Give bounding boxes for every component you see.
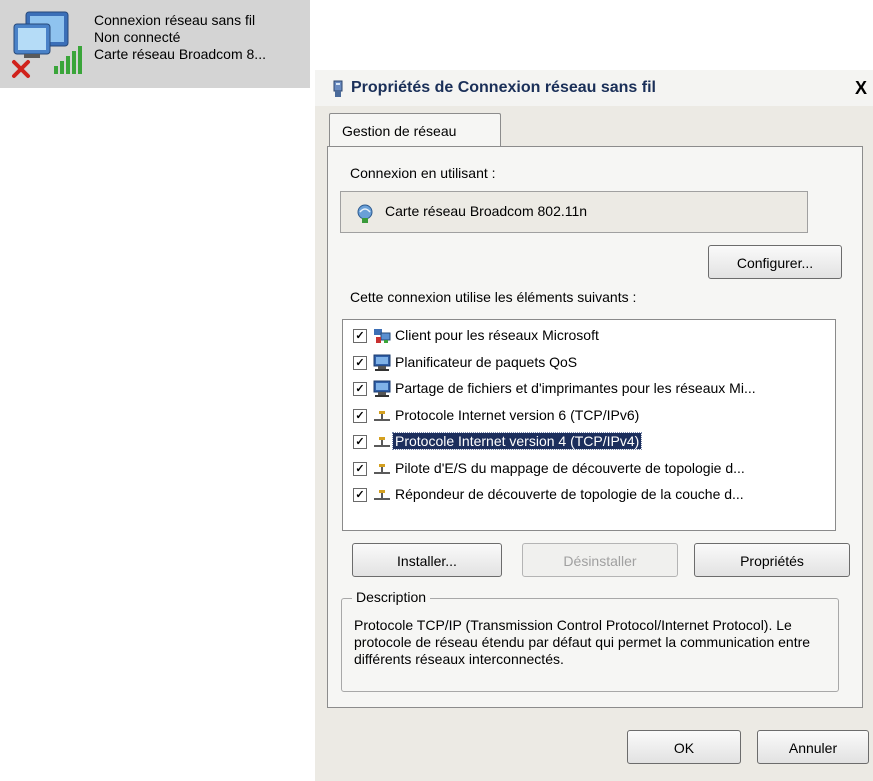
configure-button[interactable]: Configurer... [708,245,842,279]
list-item[interactable]: ✓ Protocole Internet version 4 (TCP/IPv4) [343,430,833,455]
item-label: Pilote d'E/S du mappage de découverte de… [395,459,745,476]
close-button[interactable]: X [851,76,871,100]
item-checkbox[interactable]: ✓ [353,408,367,423]
item-checkbox[interactable]: ✓ [353,461,367,476]
uninstall-button[interactable]: Désinstaller [522,543,678,577]
item-label: Répondeur de découverte de topologie de … [395,486,744,502]
list-item[interactable]: ✓ Pilote d'E/S du mappage de découverte d… [343,457,833,482]
install-button[interactable]: Installer... [352,543,502,577]
connection-adapter: Carte réseau Broadcom 8... [94,46,266,62]
description-title: Description [352,589,431,605]
tab-networking[interactable]: Gestion de réseau [329,113,501,148]
item-checkbox[interactable]: ✓ [353,355,367,370]
ok-button[interactable]: OK [627,730,741,764]
dialog-title: Propriétés de Connexion réseau sans fil [351,79,656,96]
properties-button[interactable]: Propriétés [694,543,850,577]
item-label: Protocole Internet version 4 (TCP/IPv4) [391,432,643,450]
item-label: Partage de fichiers et d'imprimantes pou… [395,380,756,396]
connection-status: Non connecté [94,29,181,45]
adapter-box: Carte réseau Broadcom 802.11n [340,191,808,233]
list-item[interactable]: ✓ Répondeur de découverte de topologie de… [343,483,833,508]
item-checkbox[interactable]: ✓ [353,382,367,396]
service-icon [373,380,391,398]
item-label: Protocole Internet version 6 (TCP/IPv6) [395,406,640,423]
protocol-icon [373,460,391,478]
network-connection-tile[interactable]: Connexion réseau sans fil Non connecté C… [0,0,310,88]
connection-details: Connexion réseau sans fil Non connecté C… [94,12,266,63]
protocol-icon [373,433,391,451]
dialog-titlebar[interactable]: Propriétés de Connexion réseau sans fil … [315,70,873,106]
tab-networking-label: Gestion de réseau [342,123,457,139]
list-item[interactable]: ✓ Planificateur de paquets QoS [343,351,833,376]
wireless-network-icon [12,11,82,78]
item-checkbox[interactable]: ✓ [353,488,367,502]
item-label: Planificateur de paquets QoS [395,353,578,370]
properties-dialog: Propriétés de Connexion réseau sans fil … [315,70,873,781]
service-icon [373,354,391,372]
components-list[interactable]: ✓ Client pour les réseaux Microsoft ✓ Plani… [342,319,836,531]
protocol-icon [373,407,391,425]
network-client-icon [373,327,391,345]
list-item[interactable]: ✓ Client pour les réseaux Microsoft [343,324,833,349]
list-item[interactable]: ✓ Protocole Internet version 6 (TCP/IPv6) [343,404,833,429]
network-adapter-icon [333,80,343,97]
network-adapter-icon [357,204,373,223]
description-text: Protocole TCP/IP (Transmission Control P… [354,617,811,667]
adapter-name: Carte réseau Broadcom 802.11n [385,203,588,219]
components-label: Cette connexion utilise les éléments sui… [350,289,637,305]
description-group: Description Protocole TCP/IP (Transmissi… [341,589,839,692]
item-checkbox[interactable]: ✓ [353,435,367,449]
list-item[interactable]: ✓ Partage de fichiers et d'imprimantes po… [343,377,833,402]
protocol-icon [373,486,391,504]
cancel-button[interactable]: Annuler [757,730,869,764]
connection-name: Connexion réseau sans fil [94,12,256,28]
item-checkbox[interactable]: ✓ [353,329,367,343]
connect-using-label: Connexion en utilisant : [350,165,496,181]
item-label: Client pour les réseaux Microsoft [395,327,599,343]
